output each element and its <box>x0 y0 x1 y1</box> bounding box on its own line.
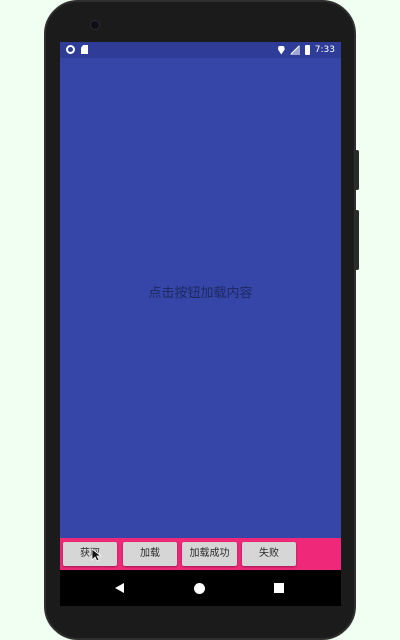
back-icon[interactable] <box>115 583 124 593</box>
battery-icon <box>304 45 310 55</box>
app-screen: 7:33 点击按钮加载内容 获取 加载 加载成功 失败 <box>60 42 341 606</box>
power-button <box>355 150 359 190</box>
volume-button <box>355 210 359 270</box>
front-camera <box>90 20 100 30</box>
location-icon <box>277 45 285 55</box>
fail-button[interactable]: 失败 <box>242 542 296 566</box>
status-bar: 7:33 <box>60 42 341 58</box>
mouse-cursor-icon <box>91 548 102 562</box>
recents-icon[interactable] <box>274 583 284 593</box>
load-success-button[interactable]: 加载成功 <box>182 542 237 566</box>
status-time: 7:33 <box>314 45 335 55</box>
signal-icon <box>289 45 300 55</box>
button-bar: 获取 加载 加载成功 失败 <box>60 538 341 570</box>
load-prompt-text: 点击按钮加载内容 <box>148 286 253 301</box>
fetch-button[interactable]: 获取 <box>63 542 117 566</box>
sd-card-icon <box>81 45 88 54</box>
load-button[interactable]: 加载 <box>123 542 177 566</box>
navigation-bar <box>60 570 341 606</box>
notification-icon <box>66 45 75 54</box>
home-icon[interactable] <box>194 583 205 594</box>
